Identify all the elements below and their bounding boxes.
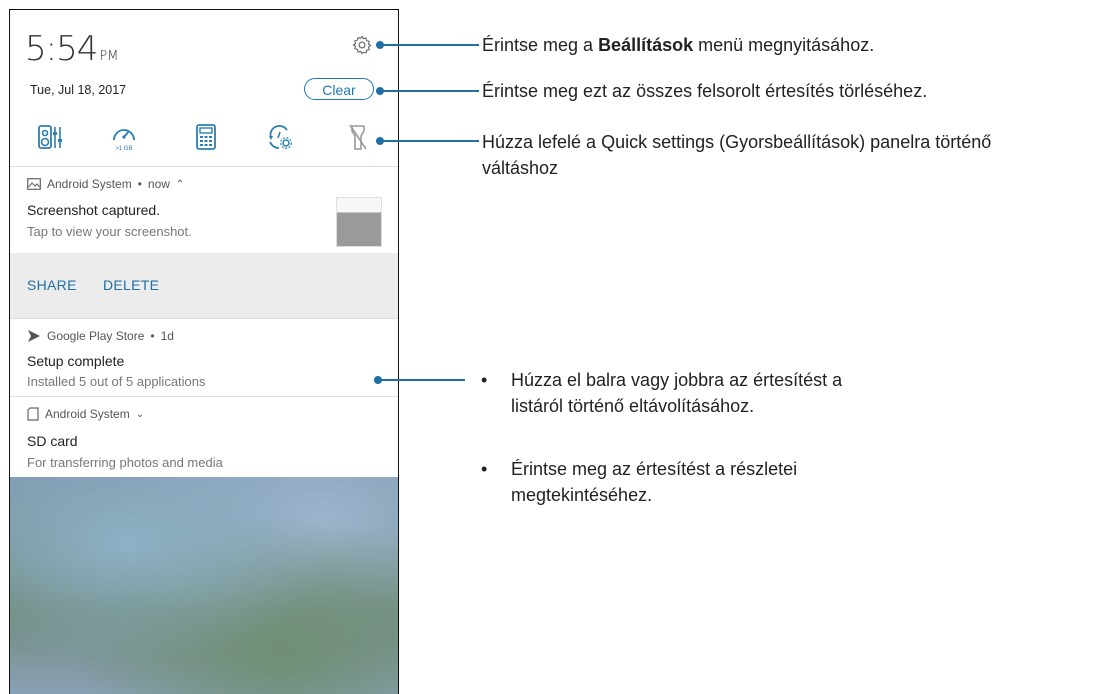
phone-screen: 5:54 PM Tue, Jul 18, 2017 Clear >1 GB An… (9, 9, 399, 694)
notification-header: Google Play Store • 1d (27, 329, 174, 343)
callout-line-quick (381, 140, 479, 142)
callout-line-notif (379, 379, 465, 381)
bullet-mark: • (481, 370, 488, 390)
date-label: Tue, Jul 18, 2017 (30, 83, 127, 97)
notification-header: Android System • now ⌃ (27, 177, 184, 191)
flashlight-icon[interactable] (344, 122, 372, 152)
screenshot-thumbnail[interactable] (336, 197, 382, 247)
callout-tap-line2: megtekintéséhez. (511, 485, 653, 505)
callout-settings-pre: Érintse meg a (482, 35, 599, 55)
notification-sd-card[interactable]: Android System ⌄ SD card For transferrin… (10, 396, 398, 479)
share-button[interactable]: SHARE (27, 277, 77, 293)
auto-update-icon[interactable] (266, 122, 294, 152)
notification-time: 1d (160, 329, 174, 343)
callout-quick-line2: váltáshoz (482, 158, 559, 178)
notification-app: Google Play Store (47, 329, 145, 343)
callout-clear: Érintse meg ezt az összes felsorolt érte… (482, 81, 928, 101)
callout-swipe-line1: Húzza el balra vagy jobbra az értesítést… (511, 370, 843, 390)
callout-quick-line1: Húzza lefelé a Quick settings (Gyorsbeál… (482, 132, 992, 152)
callout-tap-line1: Érintse meg az értesítést a részletei (511, 459, 798, 479)
bullet-mark: • (481, 459, 488, 479)
notification-title: SD card (27, 433, 78, 449)
clock-time: 5:54 (25, 29, 98, 69)
notification-header: Android System ⌄ (27, 407, 144, 421)
boost-icon[interactable]: >1 GB (110, 122, 138, 152)
audio-wizard-icon[interactable] (36, 122, 64, 152)
notification-title: Screenshot captured. (27, 202, 161, 218)
separator-dot: • (137, 177, 142, 191)
wallpaper-background (10, 477, 398, 694)
clear-button[interactable]: Clear (304, 78, 374, 100)
callout-settings: Érintse meg a Beállítások menü megnyitás… (482, 32, 874, 58)
image-icon (27, 178, 41, 190)
notification-text: Tap to view your screenshot. (27, 224, 192, 239)
notification-time: now (147, 177, 170, 191)
notification-app: Android System (47, 177, 132, 191)
chevron-down-icon[interactable]: ⌄ (136, 409, 144, 420)
callout-swipe-line2: listáról történő eltávolításához. (511, 396, 755, 416)
notification-text: Installed 5 out of 5 applications (27, 374, 206, 389)
quick-settings-header: 5:54 PM Tue, Jul 18, 2017 Clear >1 GB (10, 10, 398, 152)
clock-ampm: PM (99, 49, 119, 64)
notification-title: Setup complete (27, 353, 125, 369)
separator-dot: • (150, 329, 155, 343)
notification-screenshot[interactable]: Android System • now ⌃ Screenshot captur… (10, 167, 398, 253)
clock: 5:54 PM (25, 29, 118, 69)
sd-card-icon (27, 407, 39, 421)
callout-bullet-tap: • Érintse meg az értesítést a részletei … (481, 456, 798, 508)
callout-line-settings (381, 44, 479, 46)
callout-settings-post: menü megnyitásához. (693, 35, 875, 55)
notification-play-store[interactable]: Google Play Store • 1d Setup complete In… (10, 318, 398, 397)
play-store-icon (28, 330, 40, 342)
chevron-up-icon[interactable]: ⌃ (176, 179, 184, 190)
callout-bullet-swipe: • Húzza el balra vagy jobbra az értesíté… (481, 367, 843, 419)
callout-quick: Húzza lefelé a Quick settings (Gyorsbeál… (482, 129, 991, 181)
notification-actions: SHARE DELETE (10, 253, 398, 318)
notification-text: For transferring photos and media (27, 455, 223, 470)
calculator-icon[interactable] (192, 122, 220, 152)
notification-app: Android System (45, 407, 130, 421)
callout-settings-bold: Beállítások (598, 35, 694, 55)
gear-icon[interactable] (351, 34, 373, 56)
boost-badge: >1 GB (115, 146, 132, 152)
callout-line-clear (381, 90, 479, 92)
delete-button[interactable]: DELETE (103, 277, 159, 293)
